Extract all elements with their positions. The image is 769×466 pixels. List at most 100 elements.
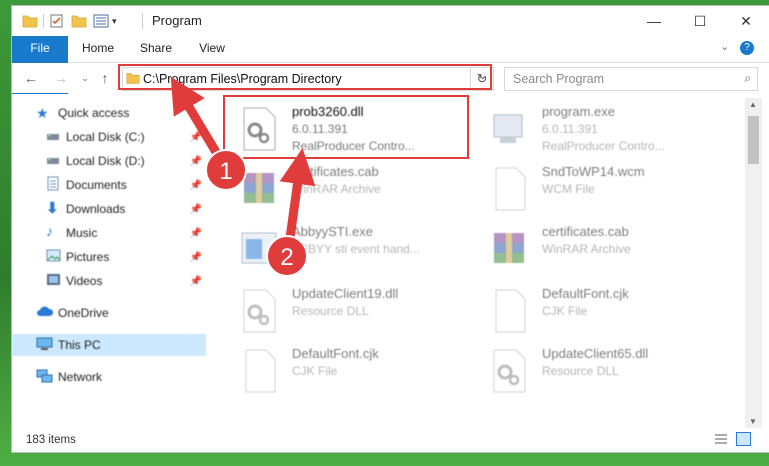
sidebar-item-network[interactable]: Network [12,366,206,388]
cloud-icon [36,305,54,321]
sidebar-item-videos[interactable]: Videos 📌 [12,270,206,292]
scroll-down-icon[interactable]: ▼ [749,417,757,426]
properties-icon[interactable] [49,13,65,29]
file-item[interactable]: UpdateClient19.dll Resource DLL [232,283,472,341]
videos-icon [46,273,62,289]
sidebar-item-label: Music [66,226,98,240]
sidebar-item-label: Downloads [66,202,126,216]
pin-icon[interactable]: 📌 [190,156,202,167]
file-type: WinRAR Archive [292,182,381,196]
sidebar-item-downloads[interactable]: ⬇ Downloads 📌 [12,198,206,220]
file-item[interactable]: program.exe 6.0.11.391 RealProducer Cont… [482,101,722,159]
layout-icon[interactable] [93,13,109,29]
close-button[interactable]: ✕ [723,6,769,36]
details-view-icon[interactable] [714,433,728,448]
navigation-bar: ← → ⌄ ↑ C:\Program Files\Program Directo… [12,63,769,93]
scroll-up-icon[interactable]: ▲ [749,100,757,109]
blank-file-icon [245,349,276,393]
file-type: WCM File [542,182,595,196]
scrollbar-thumb[interactable] [748,116,759,164]
file-description: RealProducer Contro... [292,139,415,153]
sidebar-item-onedrive[interactable]: OneDrive [12,302,206,324]
title-bar: ▾ Program — ☐ ✕ [12,6,769,36]
file-name: UpdateClient19.dll [292,286,399,301]
sidebar-item-label: This PC [58,338,101,352]
file-name: certificates.cab [542,224,629,239]
new-folder-icon[interactable] [71,13,87,29]
maximize-button[interactable]: ☐ [677,6,723,36]
file-description: ABBYY sti event hand... [292,242,420,256]
sidebar-item-label: Network [58,370,103,384]
drive-icon [46,153,62,169]
search-input[interactable]: Search Program ⌕ [504,67,758,91]
tab-home[interactable]: Home [74,36,122,62]
pin-icon[interactable]: 📌 [190,180,202,191]
minimize-button[interactable]: — [631,6,677,36]
file-version: 6.0.11.391 [292,122,348,136]
file-item[interactable]: certificates.cab WinRAR Archive [482,221,722,279]
network-icon [36,368,53,384]
ribbon-tabs: File Home Share View ⌄ ? [12,36,769,94]
file-item[interactable]: SndToWP14.wcm WCM File [482,161,722,219]
tab-share[interactable]: Share [132,36,180,62]
sidebar-item-label: OneDrive [58,306,109,320]
file-item[interactable]: prob3260.dll 6.0.11.391 RealProducer Con… [232,101,472,159]
file-item[interactable]: DefaultFont.cjk CJK File [482,283,722,341]
search-placeholder: Search Program [513,72,605,86]
sidebar-item-label: Documents [66,178,127,192]
blank-file-icon [495,289,526,333]
pin-icon[interactable]: 📌 [190,276,202,287]
exe-icon [493,114,523,143]
back-arrow-icon[interactable]: ← [22,69,40,87]
customize-dropdown-icon[interactable]: ▾ [112,16,117,27]
file-type: Resource DLL [542,364,619,378]
up-arrow-icon[interactable]: ↑ [96,69,114,87]
vertical-scrollbar[interactable]: ▲ ▼ [745,98,762,428]
star-icon: ★ [36,105,49,121]
file-type: CJK File [292,364,338,378]
explorer-window: ▾ Program — ☐ ✕ File Home Share View ⌄ ?… [12,6,769,452]
large-icons-view-icon[interactable] [736,432,751,446]
file-list: prob3260.dll 6.0.11.391 RealProducer Con… [218,98,745,428]
help-icon[interactable]: ? [740,41,754,55]
status-bar: 183 items [12,428,769,452]
sidebar-item-quick-access[interactable]: ★ Quick access [12,102,206,124]
pc-icon [36,337,53,353]
recent-locations-icon[interactable]: ⌄ [76,69,94,87]
winrar-icon [244,173,274,203]
refresh-icon[interactable]: ↻ [470,67,494,91]
sidebar-item-documents[interactable]: Documents 📌 [12,174,206,196]
sidebar-item-label: Pictures [66,250,110,264]
pin-icon[interactable]: 📌 [190,252,202,263]
file-description: RealProducer Contro... [542,139,665,153]
tab-view[interactable]: View [188,36,236,62]
dll-gear-icon [493,349,526,393]
file-item[interactable]: UpdateClient65.dll Resource DLL [482,343,722,401]
sidebar-item-pictures[interactable]: Pictures 📌 [12,246,206,268]
pin-icon[interactable]: 📌 [190,132,202,143]
file-item[interactable]: certificates.cab WinRAR Archive [232,161,472,219]
file-item[interactable]: AbbyySTI.exe ABBYY sti event hand... [232,221,472,279]
file-name: AbbyySTI.exe [292,224,373,239]
collapse-ribbon-icon[interactable]: ⌄ [720,40,729,53]
drive-icon [46,129,62,145]
blank-file-icon [495,167,526,211]
sidebar-item-local-disk-d[interactable]: Local Disk (D:) 📌 [12,150,206,172]
forward-arrow-icon[interactable]: → [52,69,70,87]
address-bar[interactable]: C:\Program Files\Program Directory ⌄ [122,67,494,91]
pin-icon[interactable]: 📌 [190,228,202,239]
folder-icon [126,73,140,84]
sidebar-item-label: Quick access [58,106,130,120]
sidebar-item-music[interactable]: ♪ Music 📌 [12,222,206,244]
sidebar-item-label: Local Disk (C:) [66,130,145,144]
file-type: Resource DLL [292,304,369,318]
sidebar-item-this-pc[interactable]: This PC [12,334,206,356]
pin-icon[interactable]: 📌 [190,204,202,215]
file-name: SndToWP14.wcm [542,164,645,179]
dll-gear-icon [243,107,276,151]
file-item[interactable]: DefaultFont.cjk CJK File [232,343,472,401]
file-type: CJK File [542,304,588,318]
file-type: WinRAR Archive [542,242,631,256]
file-name: DefaultFont.cjk [542,286,629,301]
sidebar-item-local-disk-c[interactable]: Local Disk (C:) 📌 [12,126,206,148]
